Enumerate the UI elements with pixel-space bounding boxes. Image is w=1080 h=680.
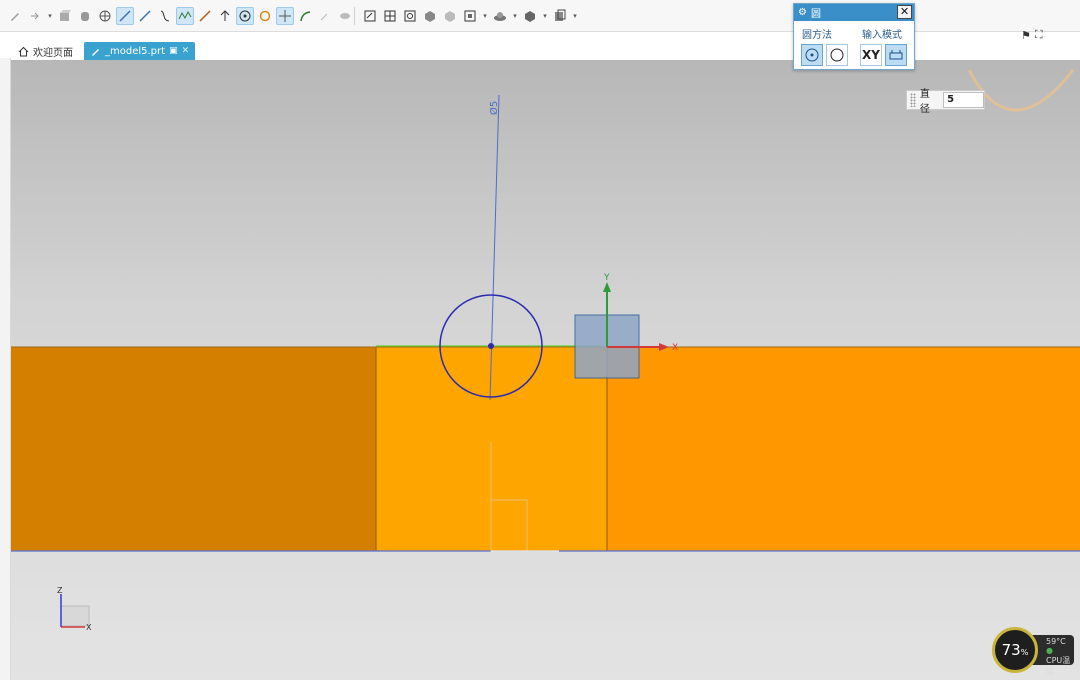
diameter-label: 直径 xyxy=(919,89,930,115)
resource-bar[interactable] xyxy=(0,58,11,680)
y-axis-label: Y xyxy=(603,273,610,283)
toolbar-left-group: ▾ xyxy=(6,6,354,26)
shade-icon[interactable] xyxy=(441,7,459,25)
diameter-input[interactable]: 5 xyxy=(943,92,984,108)
cpu-usage-gauge[interactable]: 73% xyxy=(992,627,1038,673)
material-icon[interactable] xyxy=(521,7,539,25)
view-triad-cube xyxy=(60,605,90,627)
cpu-temperature: 59°C xyxy=(1046,637,1066,646)
toolbar-right-group: ▾ ▾ ▾ ▾ xyxy=(350,6,579,26)
toolbar-separator xyxy=(354,7,355,25)
grid-icon[interactable] xyxy=(381,7,399,25)
cpu-usage-unit: % xyxy=(1020,647,1029,657)
sphere-icon[interactable] xyxy=(96,7,114,25)
center-circle-icon xyxy=(805,48,819,62)
leaf-icon: ● xyxy=(1046,646,1053,655)
circle-dialog: ⚙ 圆 ✕ 圆方法 输入模式 XY xyxy=(793,3,915,70)
tab-label: _model5.prt xyxy=(105,45,166,57)
tab-model5[interactable]: _model5.prt ▣ ✕ xyxy=(84,42,196,60)
checkered-flag-icon[interactable]: ⚑ xyxy=(1021,29,1031,42)
spline-icon[interactable] xyxy=(156,7,174,25)
dropdown-icon[interactable]: ▾ xyxy=(571,12,579,20)
layer-icon[interactable] xyxy=(551,7,569,25)
face-right[interactable] xyxy=(607,347,1080,551)
xy-input-button[interactable]: XY xyxy=(860,44,882,66)
home-icon xyxy=(18,46,29,56)
sketch-icon[interactable] xyxy=(361,7,379,25)
view-triad-z-label: Z xyxy=(57,586,63,595)
fullscreen-icon[interactable]: ⛶ xyxy=(1035,28,1043,42)
rectangle-line-icon[interactable] xyxy=(196,7,214,25)
document-tabbar: 欢迎页面 _model5.prt ▣ ✕ xyxy=(0,40,1080,60)
three-point-circle-button[interactable] xyxy=(826,44,848,66)
dropdown-icon[interactable]: ▾ xyxy=(481,12,489,20)
tab-welcome[interactable]: 欢迎页面 xyxy=(12,42,79,60)
xy-label: XY xyxy=(862,48,880,62)
save-icon: ▣ xyxy=(169,46,178,56)
input-mode-label: 输入模式 xyxy=(862,30,902,41)
close-tab-icon[interactable]: ✕ xyxy=(182,46,190,56)
cpu-monitor-widget: 59°C ● CPU温度 73% xyxy=(992,627,1080,676)
three-point-circle-icon xyxy=(830,48,844,62)
point-icon[interactable] xyxy=(216,7,234,25)
cylinder-icon[interactable] xyxy=(76,7,94,25)
pencil-icon[interactable] xyxy=(6,7,24,25)
fit-icon[interactable] xyxy=(461,7,479,25)
tab-label: 欢迎页面 xyxy=(33,47,73,59)
edit-icon[interactable] xyxy=(316,7,334,25)
dimension-annotation[interactable]: Ø5 xyxy=(488,101,500,115)
dialog-header[interactable]: ⚙ 圆 xyxy=(794,4,914,21)
arrow-icon[interactable] xyxy=(26,7,44,25)
curve-icon[interactable] xyxy=(296,7,314,25)
arc-icon[interactable] xyxy=(256,7,274,25)
cross-icon[interactable] xyxy=(276,7,294,25)
dropdown-icon[interactable]: ▾ xyxy=(46,12,54,20)
main-toolbar: ▾ ▾ ▾ ▾ ▾ xyxy=(0,0,1080,32)
circle-method-label: 圆方法 xyxy=(802,30,832,41)
line-icon[interactable] xyxy=(116,7,134,25)
part-file-icon xyxy=(92,48,99,56)
dropdown-icon[interactable]: ▾ xyxy=(541,12,549,20)
center-diameter-button[interactable] xyxy=(801,44,823,66)
y-axis-arrow-icon xyxy=(603,282,611,292)
cpu-temp-label: CPU温度 xyxy=(1046,656,1071,676)
constraint-icon[interactable] xyxy=(401,7,419,25)
graphics-viewport[interactable]: Ø5 Y X Z X xyxy=(11,60,1080,680)
dialog-title: 圆 xyxy=(810,9,821,20)
line-icon[interactable] xyxy=(136,7,154,25)
circle-icon[interactable] xyxy=(236,7,254,25)
model-scene[interactable]: Ø5 Y X Z X xyxy=(11,60,1080,680)
x-axis-label: X xyxy=(672,343,678,353)
drag-grip-icon[interactable] xyxy=(910,93,916,107)
box-icon[interactable] xyxy=(56,7,74,25)
dropdown-icon[interactable]: ▾ xyxy=(511,12,519,20)
view-triad-x-label: X xyxy=(86,623,92,632)
parameter-mode-icon xyxy=(889,50,903,60)
view-controls: ⚑ ⛶ xyxy=(1021,28,1043,42)
cpu-usage-value: 73 xyxy=(1001,641,1021,659)
diameter-input-box: 直径 5 xyxy=(906,89,985,115)
parameter-mode-button[interactable] xyxy=(885,44,907,66)
gear-icon[interactable]: ⚙ xyxy=(798,7,807,18)
circle-center-point[interactable] xyxy=(488,343,494,349)
face-left[interactable] xyxy=(11,347,376,551)
view-icon[interactable] xyxy=(421,7,439,25)
dialog-close-button[interactable]: ✕ xyxy=(897,5,912,19)
polyline-icon[interactable] xyxy=(176,7,194,25)
render-icon[interactable] xyxy=(491,7,509,25)
